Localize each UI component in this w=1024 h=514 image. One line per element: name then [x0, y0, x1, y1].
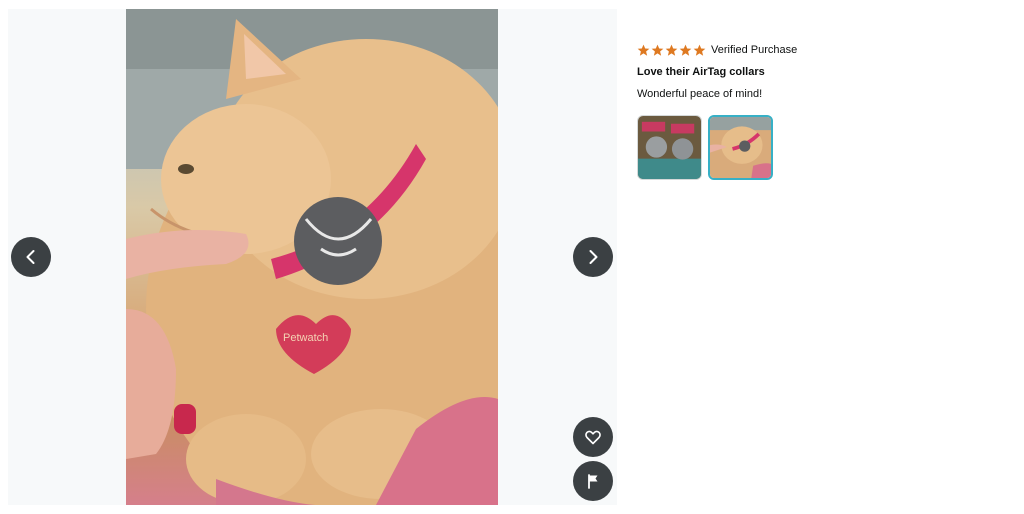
review-body: Wonderful peace of mind!	[637, 88, 763, 100]
review-thumbnail-2[interactable]	[708, 115, 773, 180]
review-image-viewer: Petwatch	[8, 9, 617, 505]
like-button[interactable]	[573, 417, 613, 457]
svg-text:Petwatch: Petwatch	[283, 332, 328, 344]
flag-icon	[588, 474, 598, 489]
star-icon	[693, 44, 706, 56]
star-icon	[665, 44, 678, 56]
star-icon	[679, 44, 692, 56]
review-photo: Petwatch	[126, 9, 498, 505]
star-rating	[637, 44, 706, 57]
report-button[interactable]	[573, 461, 613, 501]
star-icon	[651, 44, 664, 56]
chevron-right-icon	[589, 250, 598, 264]
star-icon	[637, 44, 650, 56]
review-thumbnail-1[interactable]	[637, 115, 702, 180]
verified-purchase-badge: Verified Purchase	[711, 44, 798, 56]
next-image-button[interactable]	[573, 237, 613, 277]
review-title: Love their AirTag collars	[637, 66, 765, 78]
chevron-left-icon	[26, 250, 35, 264]
review-thumbnails	[637, 115, 997, 180]
previous-image-button[interactable]	[11, 237, 51, 277]
review-details: Verified Purchase Love their AirTag coll…	[637, 43, 997, 180]
rating-row: Verified Purchase	[637, 43, 997, 57]
heart-icon	[585, 430, 601, 445]
